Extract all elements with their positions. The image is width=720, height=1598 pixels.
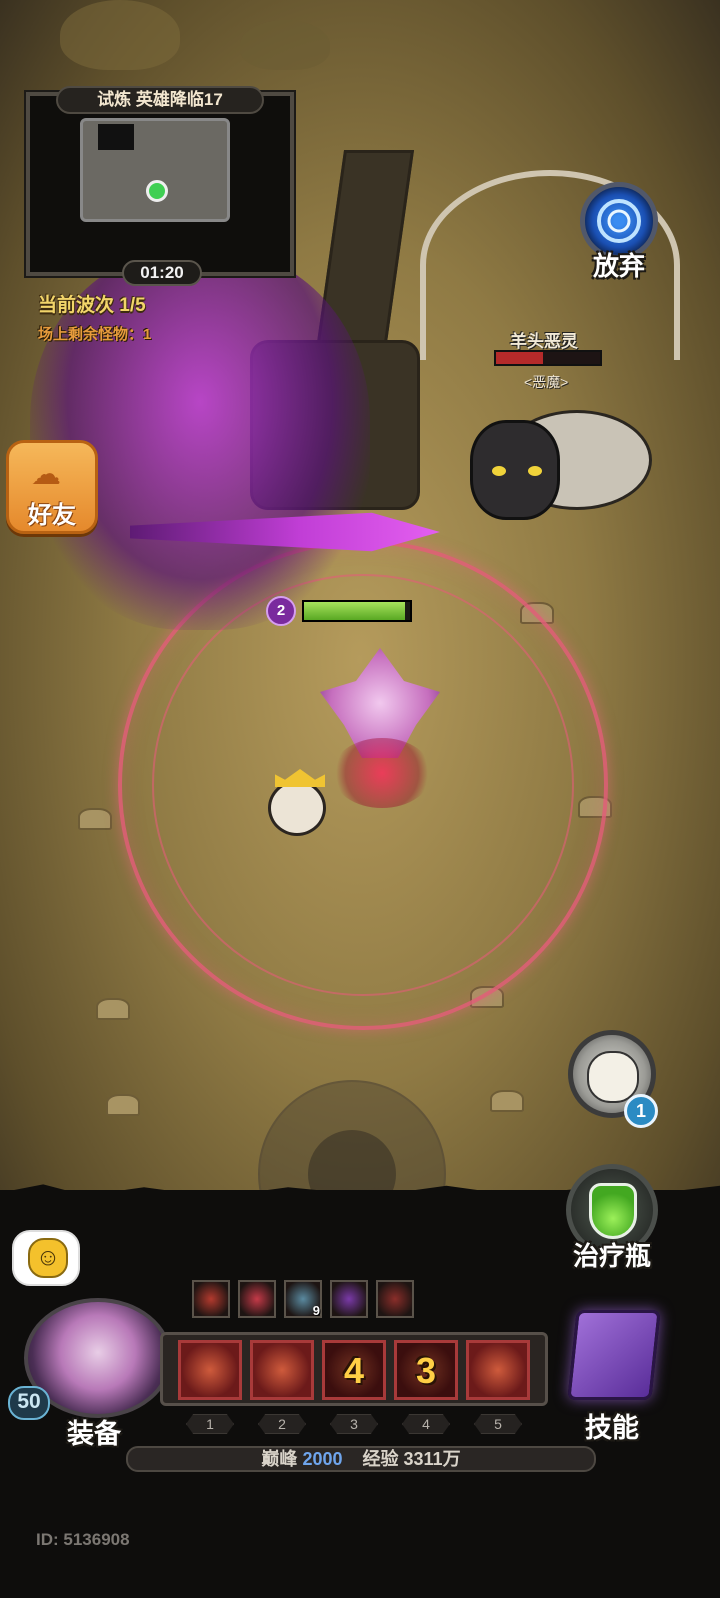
goat-eye [528, 466, 542, 476]
burst-skill-icon[interactable] [466, 1340, 530, 1400]
skills-book-button[interactable] [548, 1300, 698, 1412]
grass-tuft [78, 808, 112, 830]
enemy-hp-fill [496, 352, 543, 364]
enemy-name: 羊头恶灵 [510, 332, 578, 351]
grass-tuft [96, 998, 130, 1020]
shadow-skill-icon[interactable]: 4 [322, 1340, 386, 1400]
peak-value: 2000 [302, 1449, 343, 1469]
hero-level-badge: 2 [266, 596, 296, 626]
minimap-player-marker [146, 180, 168, 202]
goat-demon-enemy[interactable] [462, 390, 682, 540]
pet-cat [268, 769, 326, 836]
experience-bar: 巅峰 2000 经验 3311万 [126, 1446, 596, 1472]
skill-slot-number: 3 [330, 1414, 378, 1434]
friends-label: 好友 [28, 502, 76, 529]
cloud-icon: ☁ [31, 458, 61, 491]
healing-potion-label[interactable]: 治疗瓶 [560, 1236, 664, 1273]
stage-title: 试炼 英雄降临17 [56, 86, 264, 114]
sword-buff-icon[interactable] [192, 1280, 230, 1318]
tree-decoration [240, 20, 330, 70]
skill-slot-number: 2 [258, 1414, 306, 1434]
grass-tuft [490, 1090, 524, 1112]
hero-hp-fill [304, 602, 405, 620]
skill-slot-number: 5 [474, 1414, 522, 1434]
potion-icon [589, 1183, 637, 1239]
peak-label: 巅峰 [261, 1449, 298, 1469]
slash-buff-icon[interactable] [238, 1280, 276, 1318]
grass-tuft [106, 1094, 140, 1116]
tree-decoration [60, 0, 180, 70]
dark-buff-icon[interactable] [330, 1280, 368, 1318]
hero-aura [332, 738, 432, 808]
skills-label[interactable]: 技能 [568, 1406, 656, 1445]
hero-hp-bar [302, 600, 412, 622]
skill-cooldown: 3 [397, 1343, 455, 1397]
companion-portrait-icon [587, 1051, 639, 1103]
minimap [26, 92, 294, 276]
give-up-label[interactable]: 放弃 [578, 246, 660, 283]
summon-count-badge: 1 [624, 1094, 658, 1128]
portal-icon [597, 199, 641, 243]
goat-eye [492, 466, 506, 476]
equipment-label[interactable]: 装备 [54, 1412, 134, 1451]
virtual-joystick[interactable] [258, 1080, 446, 1200]
experience-text: 巅峰 2000 经验 3311万 [128, 1448, 594, 1470]
goat-head [470, 420, 560, 520]
enemy-hp-bar [494, 350, 602, 366]
minimap-wall [98, 124, 134, 150]
buff-stack-count: 9 [312, 1303, 320, 1318]
flame-skill-icon[interactable] [250, 1340, 314, 1400]
cycle-buff-icon[interactable] [376, 1280, 414, 1318]
skill-slot-number: 1 [186, 1414, 234, 1434]
cat-buff-icon[interactable]: 9 [284, 1280, 322, 1318]
exp-label: 经验 [362, 1449, 399, 1469]
friends-button[interactable]: ☁ 好友 [6, 440, 98, 534]
buff-list: 9 [192, 1280, 414, 1320]
blade-skill-icon[interactable]: 3 [394, 1340, 458, 1400]
spellbook-icon [567, 1310, 661, 1400]
emoji-chat-button[interactable]: ☺ [12, 1230, 80, 1286]
remaining-monsters: 场上剩余怪物：1 [38, 326, 152, 343]
fireball-skill-icon[interactable] [178, 1340, 242, 1400]
smiley-icon: ☺ [28, 1238, 68, 1278]
wave-counter: 当前波次 1/5 [38, 295, 146, 316]
enemy-type: <恶魔> [524, 374, 569, 390]
stage-timer: 01:20 [122, 260, 202, 286]
skill-cooldown: 4 [325, 1343, 383, 1397]
player-level-badge: 50 [8, 1386, 50, 1420]
skill-slot-number: 4 [402, 1414, 450, 1434]
player-id: ID: 5136908 [36, 1530, 130, 1549]
exp-value: 3311万 [403, 1449, 461, 1469]
